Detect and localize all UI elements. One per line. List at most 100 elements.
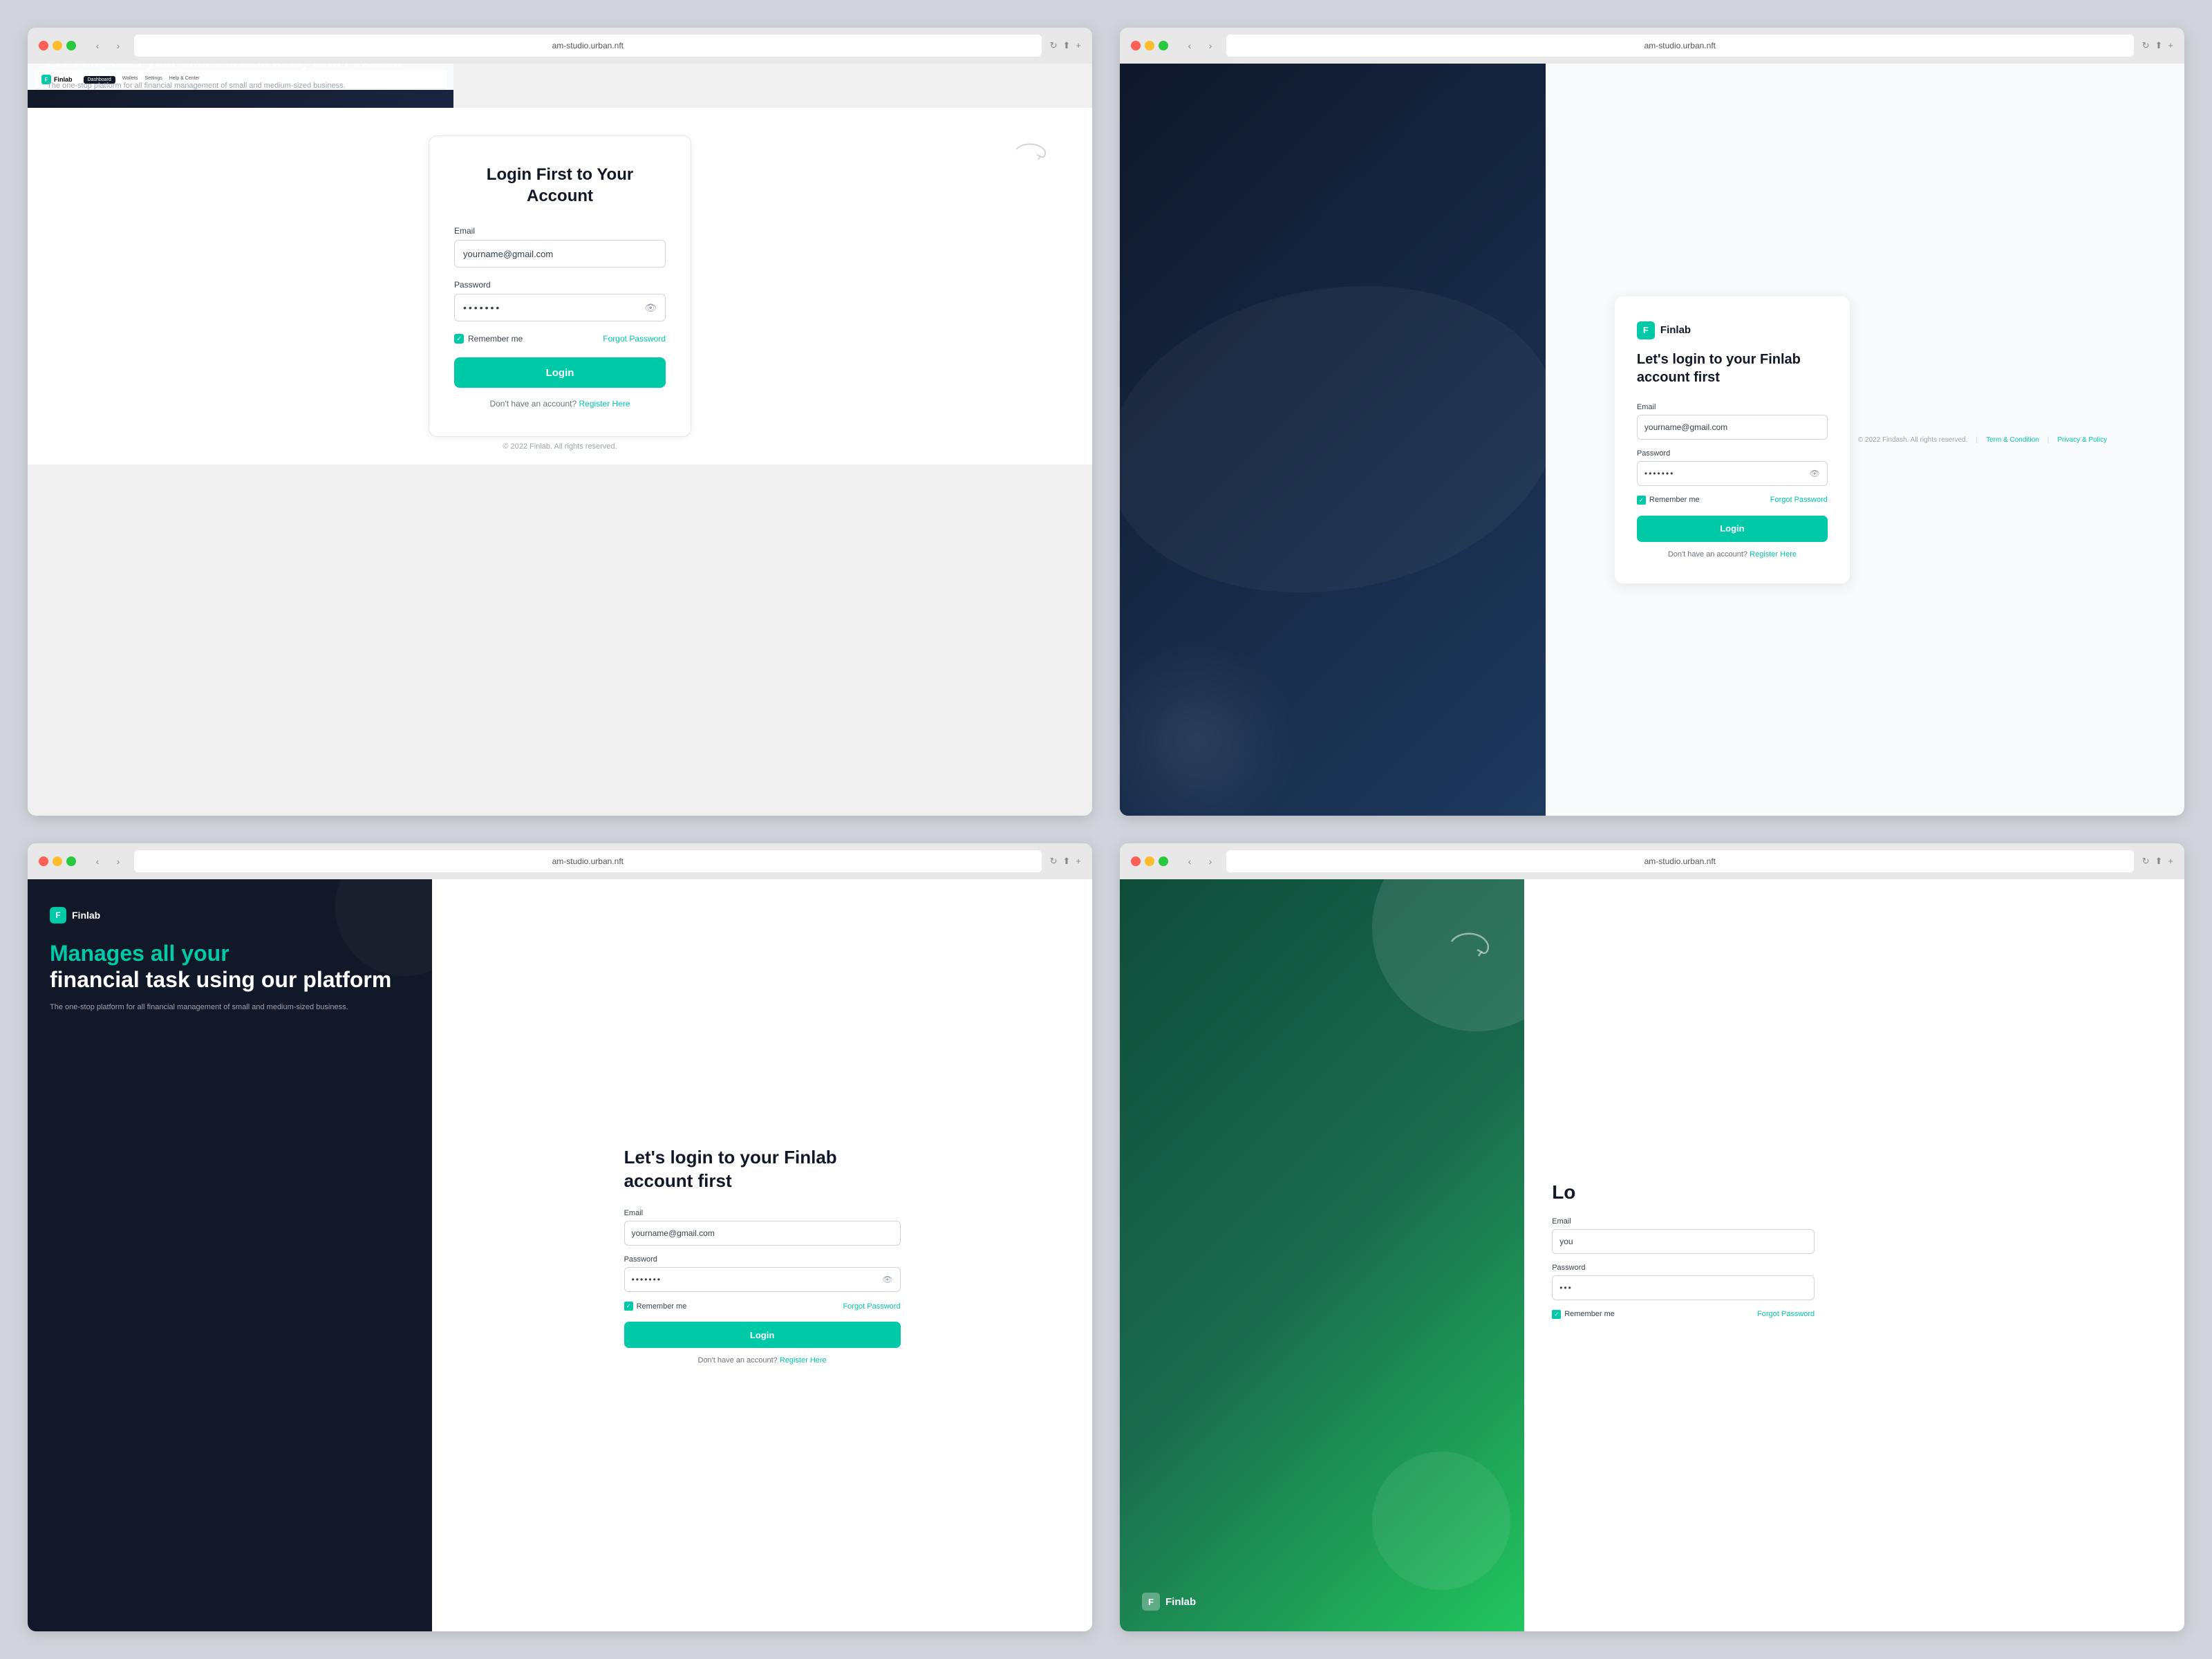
share-icon[interactable]: ⬆ — [1063, 40, 1071, 51]
mobile-email-input[interactable]: yourname@gmail.com — [624, 1221, 901, 1246]
remember-checkbox-1[interactable]: ✓ — [454, 334, 464, 344]
mobile-form-footer: ✓ Remember me Forgot Password — [624, 1302, 901, 1311]
share-icon-3[interactable]: ⬆ — [1063, 856, 1071, 867]
green-password-label: Password — [1552, 1264, 1815, 1272]
login-footer-1: © 2022 Finlab. All rights reserved. — [503, 442, 617, 451]
add-tab-icon-4[interactable]: + — [2168, 856, 2173, 867]
minimize-dot[interactable] — [53, 41, 62, 50]
address-bar-1[interactable]: am-studio.urban.nft — [134, 35, 1042, 57]
green-password-input[interactable]: ••• — [1552, 1275, 1815, 1300]
mobile-desc: The one-stop platform for all financial … — [50, 1002, 410, 1014]
green-remember-checkbox[interactable]: ✓ — [1552, 1310, 1561, 1319]
address-bar-4[interactable]: am-studio.urban.nft — [1226, 850, 2134, 872]
dark-email-label: Email — [1637, 403, 1828, 411]
close-dot-4[interactable] — [1131, 856, 1141, 866]
back-button[interactable]: ‹ — [90, 38, 105, 53]
refresh-icon-4[interactable]: ↻ — [2142, 856, 2150, 867]
dark-forgot-link[interactable]: Forgot Password — [1770, 496, 1828, 504]
green-forgot-link[interactable]: Forgot Password — [1757, 1310, 1815, 1318]
maximize-dot-3[interactable] — [66, 856, 76, 866]
green-logo-icon: F — [1142, 1593, 1160, 1611]
mobile-remember-checkbox[interactable]: ✓ — [624, 1302, 633, 1311]
mobile-forgot-link[interactable]: Forgot Password — [843, 1302, 900, 1311]
green-logo: F Finlab — [1142, 1593, 1502, 1611]
refresh-icon[interactable]: ↻ — [1050, 40, 1058, 51]
mobile-password-input[interactable]: ••••••• 👁 — [624, 1267, 901, 1292]
eye-icon-2[interactable]: 👁 — [1810, 469, 1820, 478]
address-bar-3[interactable]: am-studio.urban.nft — [134, 850, 1042, 872]
remember-me-1: ✓ Remember me — [454, 334, 523, 344]
address-text-4: am-studio.urban.nft — [1644, 856, 1716, 866]
browser-window-1: ‹ › am-studio.urban.nft ↻ ⬆ + — [28, 28, 1092, 816]
password-input-1[interactable]: ••••••• 👁 — [454, 294, 666, 321]
green-email-input[interactable]: you — [1552, 1229, 1815, 1254]
forward-btn-2[interactable]: › — [1203, 38, 1218, 53]
browser-nav-1: ‹ › — [90, 38, 126, 53]
dark-password-label: Password — [1637, 449, 1828, 458]
maximize-dot[interactable] — [66, 41, 76, 50]
term-link[interactable]: Term & Condition — [1986, 436, 2039, 444]
share-icon-2[interactable]: ⬆ — [2155, 40, 2163, 51]
minimize-dot-3[interactable] — [53, 856, 62, 866]
mobile-dark-left: F Finlab Manages all your financial task… — [28, 879, 432, 1631]
green-logo-text: Finlab — [1165, 1596, 1196, 1608]
email-group-1: Email yourname@gmail.com — [454, 226, 666, 268]
add-tab-icon-3[interactable]: + — [1076, 856, 1081, 867]
eye-icon-1[interactable]: 👁 — [644, 302, 657, 314]
back-btn-4[interactable]: ‹ — [1182, 854, 1197, 869]
eye-icon-3[interactable]: 👁 — [882, 1275, 892, 1284]
forward-btn-3[interactable]: › — [111, 854, 126, 869]
back-btn-3[interactable]: ‹ — [90, 854, 105, 869]
mobile-logo-icon: F — [50, 907, 66, 924]
minimize-dot-2[interactable] — [1145, 41, 1154, 50]
share-icon-4[interactable]: ⬆ — [2155, 856, 2163, 867]
forward-btn-4[interactable]: › — [1203, 854, 1218, 869]
dark-logo-icon: F — [1637, 321, 1655, 339]
email-input-1[interactable]: yourname@gmail.com — [454, 240, 666, 268]
green-form-footer: ✓ Remember me Forgot Password — [1552, 1310, 1815, 1319]
privacy-link[interactable]: Privacy & Policy — [2057, 436, 2107, 444]
mobile-register-here[interactable]: Register Here — [780, 1356, 827, 1365]
dark-title: Let's login to your Finlab account first — [1637, 350, 1828, 386]
browser-window-3: ‹ › am-studio.urban.nft ↻ ⬆ + F Finlab M… — [28, 843, 1092, 1631]
mobile-login-title: Let's login to your Finlab account first — [624, 1146, 901, 1193]
register-here-link-1[interactable]: Register Here — [579, 399, 630, 409]
dark-register-here[interactable]: Register Here — [1750, 550, 1797, 559]
add-tab-icon-2[interactable]: + — [2168, 40, 2173, 51]
close-dot-3[interactable] — [39, 856, 48, 866]
close-dot-2[interactable] — [1131, 41, 1141, 50]
window-controls-4 — [1131, 856, 1168, 866]
maximize-dot-2[interactable] — [1159, 41, 1168, 50]
brand-desc-1: The one-stop platform for all financial … — [47, 80, 434, 92]
browser-nav-2: ‹ › — [1182, 38, 1218, 53]
forward-button[interactable]: › — [111, 38, 126, 53]
mobile-email-group: Email yourname@gmail.com — [624, 1209, 901, 1246]
dark-remember-checkbox[interactable]: ✓ — [1637, 496, 1646, 505]
dark-email-input[interactable]: yourname@gmail.com — [1637, 415, 1828, 440]
window-controls-3 — [39, 856, 76, 866]
green-login-form: Lo Email you Password ••• — [1552, 1181, 1815, 1330]
minimize-dot-4[interactable] — [1145, 856, 1154, 866]
green-login-title: Lo — [1552, 1181, 1815, 1203]
browser-content-4: F Finlab Lo Email you Password — [1120, 879, 2184, 1631]
forgot-password-link-1[interactable]: Forgot Password — [603, 334, 666, 344]
password-group-1: Password ••••••• 👁 — [454, 280, 666, 321]
green-email-group: Email you — [1552, 1217, 1815, 1254]
refresh-icon-3[interactable]: ↻ — [1050, 856, 1058, 867]
dark-password-group: Password ••••••• 👁 — [1637, 449, 1828, 486]
browser-toolbar-3: ‹ › am-studio.urban.nft ↻ ⬆ + — [28, 843, 1092, 879]
address-bar-2[interactable]: am-studio.urban.nft — [1226, 35, 2134, 57]
dark-password-input[interactable]: ••••••• 👁 — [1637, 461, 1828, 486]
login-button-1[interactable]: Login — [454, 357, 666, 388]
mobile-login-btn[interactable]: Login — [624, 1322, 901, 1348]
dark-right-panel: F Finlab Let's login to your Finlab acco… — [1546, 64, 2184, 816]
refresh-icon-2[interactable]: ↻ — [2142, 40, 2150, 51]
arrow-decoration-1 — [1009, 135, 1051, 177]
close-dot[interactable] — [39, 41, 48, 50]
add-tab-icon[interactable]: + — [1076, 40, 1081, 51]
dark-login-btn[interactable]: Login — [1637, 516, 1828, 542]
maximize-dot-4[interactable] — [1159, 856, 1168, 866]
dark-logo: F Finlab — [1637, 321, 1828, 339]
back-btn-2[interactable]: ‹ — [1182, 38, 1197, 53]
mobile-logo-text: Finlab — [72, 910, 100, 921]
